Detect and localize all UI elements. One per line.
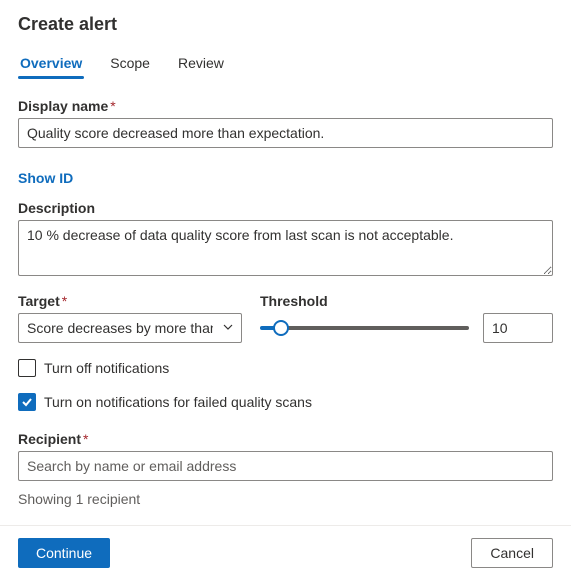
turn-off-notifications-checkbox[interactable] — [18, 359, 36, 377]
threshold-label: Threshold — [260, 293, 553, 309]
tab-overview[interactable]: Overview — [18, 49, 84, 79]
slider-thumb[interactable] — [273, 320, 289, 336]
tab-scope[interactable]: Scope — [108, 49, 152, 79]
display-name-label-text: Display name — [18, 98, 108, 114]
check-icon — [21, 396, 33, 408]
turn-on-failed-notifications-checkbox[interactable] — [18, 393, 36, 411]
target-label-text: Target — [18, 293, 60, 309]
description-label: Description — [18, 200, 553, 216]
turn-on-failed-notifications-label: Turn on notifications for failed quality… — [44, 394, 312, 410]
cancel-button[interactable]: Cancel — [471, 538, 553, 568]
required-asterisk: * — [110, 98, 115, 114]
display-name-input[interactable] — [18, 118, 553, 148]
turn-off-notifications-label: Turn off notifications — [44, 360, 169, 376]
recipient-label-text: Recipient — [18, 431, 81, 447]
tab-review[interactable]: Review — [176, 49, 226, 79]
recipient-label: Recipient* — [18, 431, 553, 447]
slider-track-line — [260, 326, 469, 330]
description-textarea[interactable]: 10 % decrease of data quality score from… — [18, 220, 553, 276]
threshold-value-input[interactable] — [483, 313, 553, 343]
continue-button[interactable]: Continue — [18, 538, 110, 568]
target-label: Target* — [18, 293, 242, 309]
show-id-link[interactable]: Show ID — [18, 170, 73, 186]
footer: Continue Cancel — [0, 525, 571, 580]
required-asterisk: * — [83, 431, 88, 447]
recipient-meta: Showing 1 recipient — [18, 491, 553, 507]
display-name-label: Display name* — [18, 98, 553, 114]
threshold-slider[interactable] — [260, 326, 469, 330]
page-title: Create alert — [18, 14, 553, 35]
recipient-search-input[interactable] — [18, 451, 553, 481]
tabs: Overview Scope Review — [18, 49, 553, 80]
target-select[interactable]: Score decreases by more than — [18, 313, 242, 343]
required-asterisk: * — [62, 293, 67, 309]
